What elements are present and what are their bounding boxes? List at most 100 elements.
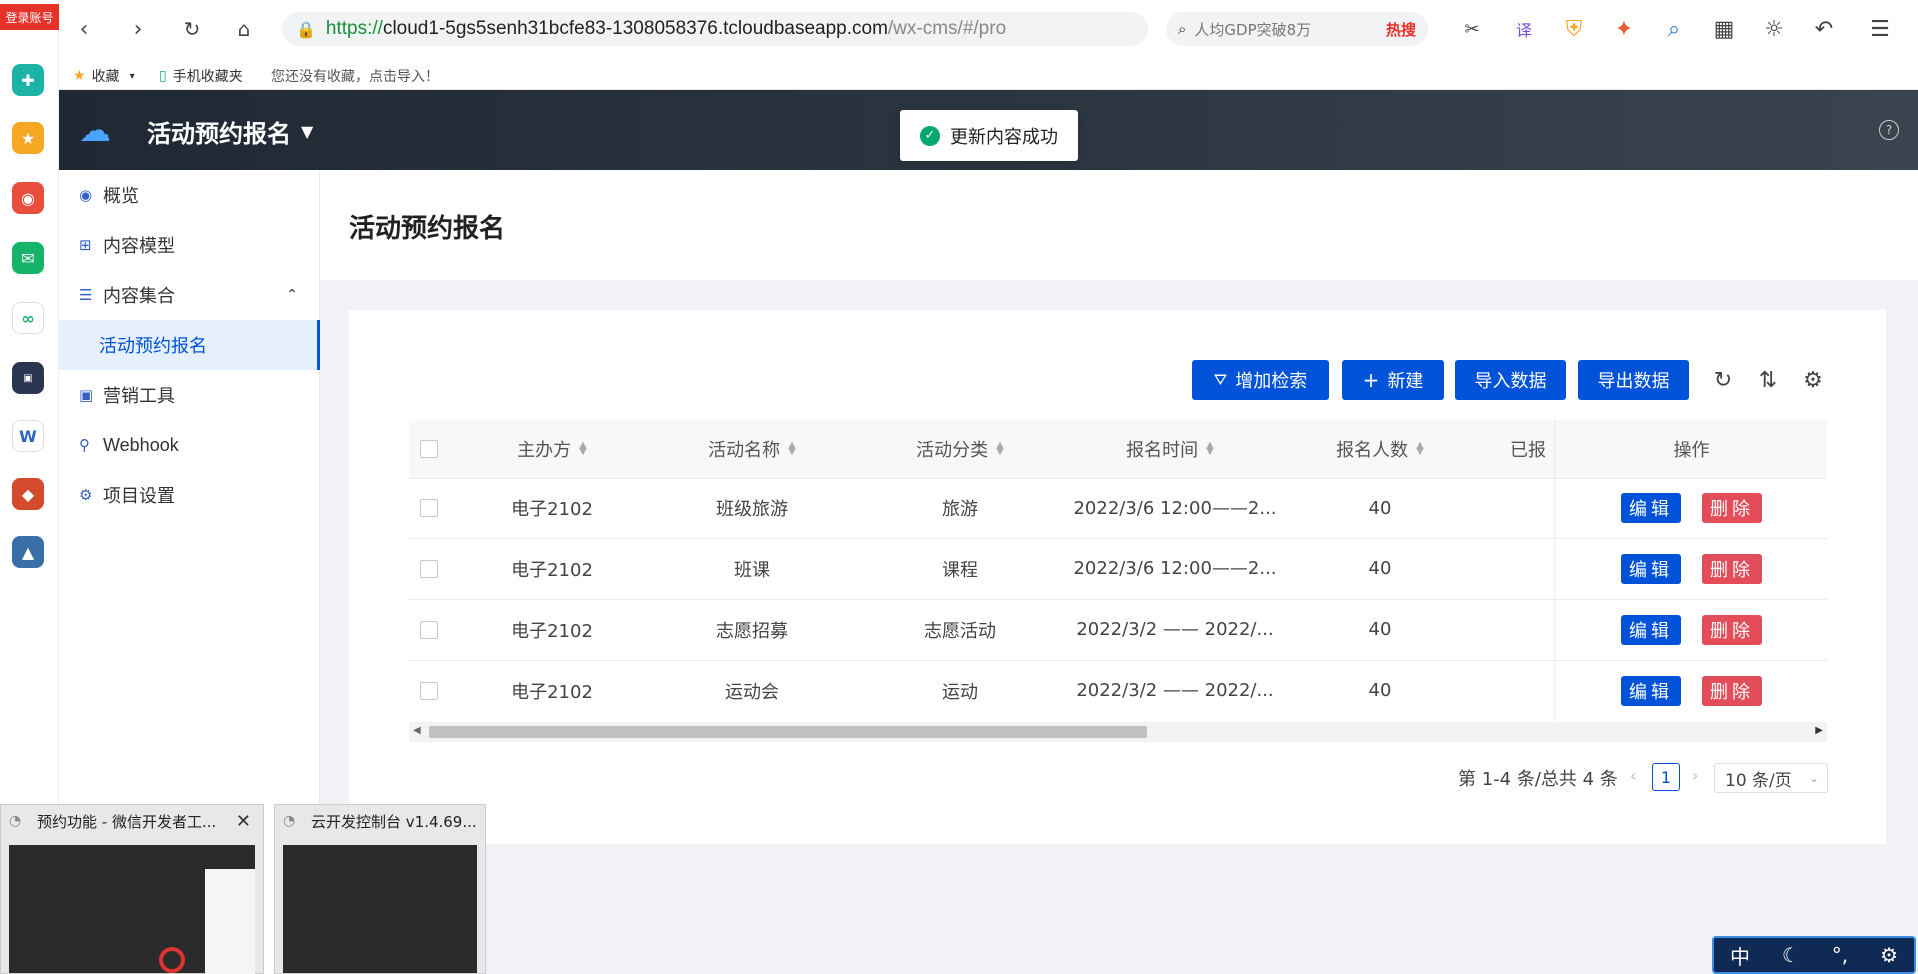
star-icon[interactable]: ★ — [12, 122, 44, 154]
word-icon[interactable]: W — [12, 420, 44, 452]
close-icon[interactable]: ✕ — [236, 811, 251, 832]
find-icon[interactable]: ⌕ — [1659, 14, 1689, 44]
column-header-category[interactable]: 活动分类 ▲ ▼ — [880, 420, 1040, 478]
sidebar-item-marketing[interactable]: ▣ 营销工具 — [59, 370, 320, 420]
page-title: 活动预约报名 — [349, 214, 506, 244]
select-all-checkbox[interactable] — [420, 440, 438, 458]
delete-button[interactable]: 删除 — [1702, 676, 1762, 706]
bookmark-hint[interactable]: 您还没有收藏，点击导入！ — [271, 66, 439, 86]
edit-button[interactable]: 编辑 — [1621, 615, 1681, 645]
ime-mode[interactable]: 中 — [1730, 941, 1750, 970]
menu-icon[interactable]: ☰ — [1865, 14, 1895, 44]
sun-icon[interactable]: ☼ — [1759, 14, 1789, 44]
address-bar[interactable]: 🔒 https://cloud1-5gs5senh31bcfe83-130805… — [282, 12, 1148, 46]
row-checkbox[interactable] — [420, 621, 438, 639]
mail-icon[interactable]: ✉ — [12, 242, 44, 274]
next-page-icon[interactable]: › — [1692, 766, 1698, 785]
sidebar-item-settings[interactable]: ⚙ 项目设置 — [59, 470, 320, 520]
sidebar-item-webhook[interactable]: ⚲ Webhook — [59, 420, 320, 470]
refresh-icon[interactable]: ↻ — [1708, 365, 1738, 395]
scissors-icon[interactable]: ✂ — [1457, 14, 1487, 44]
refresh-icon[interactable]: ↻ — [177, 14, 207, 44]
cell-time: 2022/3/2 —— 2022/... — [1076, 619, 1274, 640]
grid-icon[interactable]: ▦ — [1709, 14, 1739, 44]
column-header-name[interactable]: 活动名称 ▲ ▼ — [672, 420, 832, 478]
check-circle-icon: ✓ — [920, 125, 940, 146]
search-box[interactable]: ⌕ 人均GDP突破8万 热搜 — [1166, 12, 1428, 46]
punctuation-icon[interactable]: °, — [1832, 943, 1848, 967]
ime-toolbar[interactable]: 中 ☾ °, ⚙ — [1712, 936, 1916, 974]
page-number-current[interactable]: 1 — [1652, 763, 1680, 791]
row-checkbox[interactable] — [420, 682, 438, 700]
new-button[interactable]: + 新建 — [1342, 360, 1444, 400]
column-header-time[interactable]: 报名时间 ▲ ▼ — [1090, 420, 1250, 478]
undo-icon[interactable]: ↶ — [1809, 14, 1839, 44]
bookmark-mobile[interactable]: ▯ 手机收藏夹 — [159, 66, 243, 86]
cloud-icon[interactable]: ∞ — [12, 302, 44, 334]
thumb-preview — [9, 845, 255, 974]
game3-icon[interactable]: ▲ — [12, 536, 44, 568]
translate-icon[interactable]: 译 — [1509, 14, 1539, 44]
horizontal-scrollbar[interactable]: ◀ ▶ — [409, 722, 1827, 742]
help-icon[interactable]: ? — [1879, 120, 1899, 140]
page-header: 活动预约报名 — [320, 170, 1918, 280]
taskbar-thumb-devtools[interactable]: ◔ 预约功能 - 微信开发者工... ✕ — [0, 804, 264, 974]
back-icon[interactable]: ‹ — [69, 14, 99, 44]
project-switcher[interactable]: 活动预约报名 ▼ — [147, 114, 313, 149]
gear-icon[interactable]: ⚙ — [1880, 943, 1898, 967]
game-icon[interactable]: ▣ — [12, 362, 44, 394]
column-header-host[interactable]: 主办方 ▲ ▼ — [472, 420, 632, 478]
sidebar-item-content-collection[interactable]: ☰ 内容集合 ⌃ — [59, 270, 320, 320]
import-button[interactable]: 导入数据 — [1455, 360, 1566, 400]
sidebar-item-activity-signup[interactable]: 活动预约报名 — [59, 320, 320, 370]
cell-category: 旅游 — [942, 499, 978, 520]
search-icon: ⌕ — [1178, 20, 1187, 38]
prev-page-icon[interactable]: ‹ — [1630, 766, 1636, 785]
export-button[interactable]: 导出数据 — [1578, 360, 1689, 400]
delete-button[interactable]: 删除 — [1702, 493, 1762, 523]
success-toast: ✓ 更新内容成功 — [900, 110, 1078, 161]
hot-search-label[interactable]: 热搜 — [1386, 19, 1416, 40]
cell-count: 40 — [1368, 558, 1392, 579]
home-icon[interactable]: ⌂ — [229, 14, 259, 44]
shield-icon[interactable]: ⛨ — [1559, 14, 1589, 44]
bookmark-favorites[interactable]: ★ 收藏 ▾ — [73, 66, 135, 86]
cell-name: 班课 — [734, 559, 770, 581]
sidebar-item-content-model[interactable]: ⊞ 内容模型 — [59, 220, 320, 270]
pagination-summary: 第 1-4 条/总共 4 条 — [1458, 769, 1618, 790]
game2-icon[interactable]: ◆ — [12, 478, 44, 510]
column-header-signed[interactable]: 已报 — [1510, 420, 1555, 478]
app-icon[interactable]: ✚ — [12, 64, 44, 96]
bag-icon: ▣ — [79, 386, 94, 404]
webhook-icon: ⚲ — [79, 436, 90, 454]
toast-message: 更新内容成功 — [950, 126, 1058, 148]
forward-icon[interactable]: › — [123, 14, 153, 44]
filter-icon: ⛛ — [1213, 370, 1228, 389]
taskbar-thumb-console[interactable]: ◔ 云开发控制台 v1.4.69... — [274, 804, 486, 974]
login-badge[interactable]: 登录账号 — [0, 4, 59, 30]
edit-button[interactable]: 编辑 — [1621, 676, 1681, 706]
scroll-right-icon[interactable]: ▶ — [1815, 725, 1823, 736]
url-text: https://cloud1-5gs5senh31bcfe83-13080583… — [325, 18, 1007, 39]
settings-icon[interactable]: ⚙ — [1798, 365, 1828, 395]
row-checkbox[interactable] — [420, 560, 438, 578]
column-header-count[interactable]: 报名人数 ▲ ▼ — [1300, 420, 1460, 478]
sidebar-item-overview[interactable]: ◉ 概览 — [59, 170, 320, 220]
row-height-icon[interactable]: ⇅ — [1753, 365, 1783, 395]
delete-button[interactable]: 删除 — [1702, 615, 1762, 645]
row-checkbox[interactable] — [420, 499, 438, 517]
weibo-icon[interactable]: ◉ — [12, 182, 44, 214]
scrollbar-thumb[interactable] — [429, 726, 1147, 738]
cell-time: 2022/3/6 12:00——2... — [1073, 558, 1277, 579]
edit-button[interactable]: 编辑 — [1621, 554, 1681, 584]
page-size-select[interactable]: 10 条/页 ⌄ — [1714, 763, 1828, 793]
moon-icon[interactable]: ☾ — [1782, 943, 1800, 967]
column-header-actions: 操作 — [1556, 420, 1827, 478]
scroll-left-icon[interactable]: ◀ — [413, 725, 421, 736]
delete-button[interactable]: 删除 — [1702, 554, 1762, 584]
edit-button[interactable]: 编辑 — [1621, 493, 1681, 523]
preview-pane — [205, 869, 255, 974]
gamepad-icon[interactable]: ✦ — [1609, 14, 1639, 44]
add-filter-button[interactable]: ⛛ 增加检索 — [1192, 360, 1329, 400]
phone-icon: ▯ — [159, 68, 167, 84]
